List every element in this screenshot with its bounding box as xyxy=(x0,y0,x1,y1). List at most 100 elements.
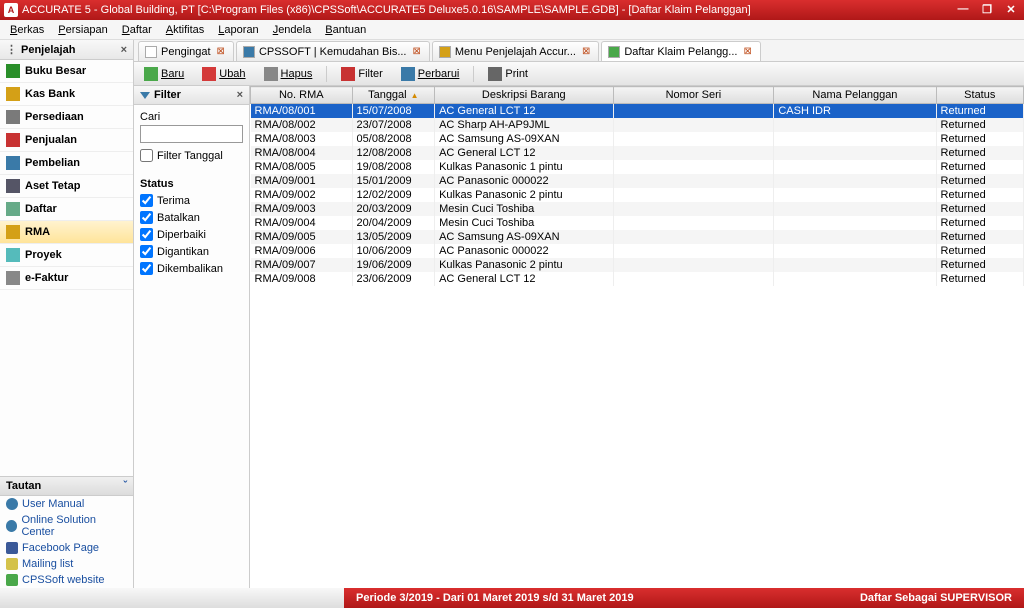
sidebar-item-persediaan[interactable]: Persediaan xyxy=(0,106,133,129)
status-checkbox[interactable] xyxy=(140,194,153,207)
cell-status: Returned xyxy=(936,160,1023,174)
cell-status: Returned xyxy=(936,104,1023,119)
col-header-tanggal[interactable]: Tanggal xyxy=(352,87,435,104)
filter-panel-title: Filter xyxy=(154,89,181,101)
cell-desc: AC General LCT 12 xyxy=(435,272,613,286)
maximize-icon[interactable]: ❐ xyxy=(978,3,996,17)
perbarui-button[interactable]: Perbarui xyxy=(397,65,464,83)
ic-sale-icon xyxy=(6,133,20,147)
cari-input[interactable] xyxy=(140,125,243,143)
menu-item-jendela[interactable]: Jendela xyxy=(267,22,318,38)
menu-item-berkas[interactable]: Berkas xyxy=(4,22,50,38)
filter-label: Filter xyxy=(358,68,382,80)
tab-close-icon[interactable]: ⊠ xyxy=(215,46,227,57)
cell-no: RMA/09/001 xyxy=(251,174,353,188)
table-row[interactable]: RMA/08/00519/08/2008Kulkas Panasonic 1 p… xyxy=(251,160,1024,174)
link-icon xyxy=(6,542,18,554)
status-header: Status xyxy=(140,178,243,190)
tab-menu[interactable]: Menu Penjelajah Accur...⊠ xyxy=(432,41,599,61)
tab-close-icon[interactable]: ⊠ xyxy=(580,46,592,57)
hapus-button[interactable]: Hapus xyxy=(260,65,317,83)
cell-desc: AC Panasonic 000022 xyxy=(435,244,613,258)
filter-panel-header: Filter × xyxy=(134,86,249,105)
table-row[interactable]: RMA/08/00412/08/2008AC General LCT 12Ret… xyxy=(251,146,1024,160)
link-facebook-page[interactable]: Facebook Page xyxy=(0,540,133,556)
menu-item-laporan[interactable]: Laporan xyxy=(212,22,264,38)
sidebar-item-label: Daftar xyxy=(25,203,57,215)
sidebar-item-proyek[interactable]: Proyek xyxy=(0,244,133,267)
filter-tanggal-checkbox[interactable] xyxy=(140,149,153,162)
tab-close-icon[interactable]: ⊠ xyxy=(741,46,753,57)
status-checkbox[interactable] xyxy=(140,245,153,258)
cell-status: Returned xyxy=(936,272,1023,286)
tab-cpssoft[interactable]: CPSSOFT | Kemudahan Bis...⊠ xyxy=(236,41,430,61)
cell-desc: Mesin Cuci Toshiba xyxy=(435,202,613,216)
tab-icon xyxy=(608,46,620,58)
table-row[interactable]: RMA/09/00823/06/2009AC General LCT 12Ret… xyxy=(251,272,1024,286)
tab-pengingat[interactable]: Pengingat⊠ xyxy=(138,41,234,61)
filter-button[interactable]: Filter xyxy=(337,65,386,83)
status-filter-batalkan[interactable]: Batalkan xyxy=(140,211,243,224)
cell-seri xyxy=(613,272,774,286)
sidebar-item-aset-tetap[interactable]: Aset Tetap xyxy=(0,175,133,198)
table-row[interactable]: RMA/09/00115/01/2009AC Panasonic 000022R… xyxy=(251,174,1024,188)
status-checkbox[interactable] xyxy=(140,211,153,224)
table-row[interactable]: RMA/09/00610/06/2009AC Panasonic 000022R… xyxy=(251,244,1024,258)
status-checkbox[interactable] xyxy=(140,262,153,275)
table-row[interactable]: RMA/09/00320/03/2009Mesin Cuci ToshibaRe… xyxy=(251,202,1024,216)
menu-item-bantuan[interactable]: Bantuan xyxy=(319,22,372,38)
sidebar-grip-icon[interactable]: ⋮ xyxy=(6,43,17,56)
status-checkbox[interactable] xyxy=(140,228,153,241)
table-row[interactable]: RMA/09/00212/02/2009Kulkas Panasonic 2 p… xyxy=(251,188,1024,202)
cell-status: Returned xyxy=(936,216,1023,230)
minimize-icon[interactable]: — xyxy=(954,3,972,17)
print-button[interactable]: Print xyxy=(484,65,532,83)
col-header-no-rma[interactable]: No. RMA xyxy=(251,87,353,104)
link-online-solution-center[interactable]: Online Solution Center xyxy=(0,512,133,540)
table-row[interactable]: RMA/08/00115/07/2008AC General LCT 12CAS… xyxy=(251,104,1024,119)
table-row[interactable]: RMA/09/00420/04/2009Mesin Cuci ToshibaRe… xyxy=(251,216,1024,230)
status-filter-digantikan[interactable]: Digantikan xyxy=(140,245,243,258)
sidebar-item-daftar[interactable]: Daftar xyxy=(0,198,133,221)
col-header-nomor-seri[interactable]: Nomor Seri xyxy=(613,87,774,104)
sidebar-item-rma[interactable]: RMA xyxy=(0,221,133,244)
sidebar-item-e-faktur[interactable]: e-Faktur xyxy=(0,267,133,290)
sidebar-item-kas-bank[interactable]: Kas Bank xyxy=(0,83,133,106)
tab-close-icon[interactable]: ⊠ xyxy=(411,46,423,57)
menu-item-persiapan[interactable]: Persiapan xyxy=(52,22,114,38)
filter-close-icon[interactable]: × xyxy=(237,89,243,101)
sidebar-item-pembelian[interactable]: Pembelian xyxy=(0,152,133,175)
sidebar-item-penjualan[interactable]: Penjualan xyxy=(0,129,133,152)
link-cpssoft-website[interactable]: CPSSoft website xyxy=(0,572,133,588)
col-header-nama-pelanggan[interactable]: Nama Pelanggan xyxy=(774,87,936,104)
table-row[interactable]: RMA/09/00513/05/2009AC Samsung AS-09XANR… xyxy=(251,230,1024,244)
link-user-manual[interactable]: User Manual xyxy=(0,496,133,512)
table-row[interactable]: RMA/08/00223/07/2008AC Sharp AH-AP9JMLRe… xyxy=(251,118,1024,132)
chevron-down-icon[interactable]: ˇ xyxy=(123,480,127,492)
tautan-title: Tautan xyxy=(6,480,41,492)
close-icon[interactable]: ✕ xyxy=(1002,3,1020,17)
sidebar-item-buku-besar[interactable]: Buku Besar xyxy=(0,60,133,83)
ubah-button[interactable]: Ubah xyxy=(198,65,249,83)
menu-item-daftar[interactable]: Daftar xyxy=(116,22,158,38)
cell-status: Returned xyxy=(936,230,1023,244)
check-icon xyxy=(202,67,216,81)
table-row[interactable]: RMA/09/00719/06/2009Kulkas Panasonic 2 p… xyxy=(251,258,1024,272)
plus-icon xyxy=(144,67,158,81)
baru-button[interactable]: Baru xyxy=(140,65,188,83)
menu-item-aktifitas[interactable]: Aktifitas xyxy=(160,22,211,38)
link-label: Mailing list xyxy=(22,558,73,570)
tab-daftar[interactable]: Daftar Klaim Pelangg...⊠ xyxy=(601,41,761,61)
status-filter-diperbaiki[interactable]: Diperbaiki xyxy=(140,228,243,241)
status-filter-dikembalikan[interactable]: Dikembalikan xyxy=(140,262,243,275)
table-row[interactable]: RMA/08/00305/08/2008AC Samsung AS-09XANR… xyxy=(251,132,1024,146)
sidebar-close-icon[interactable]: × xyxy=(121,44,127,56)
link-mailing-list[interactable]: Mailing list xyxy=(0,556,133,572)
status-filter-terima[interactable]: Terima xyxy=(140,194,243,207)
col-header-deskripsi-barang[interactable]: Deskripsi Barang xyxy=(435,87,613,104)
data-grid[interactable]: No. RMATanggalDeskripsi BarangNomor Seri… xyxy=(250,86,1024,588)
col-header-status[interactable]: Status xyxy=(936,87,1023,104)
cell-cust xyxy=(774,244,936,258)
cell-desc: AC Panasonic 000022 xyxy=(435,174,613,188)
tautan-header[interactable]: Tautan ˇ xyxy=(0,476,133,496)
